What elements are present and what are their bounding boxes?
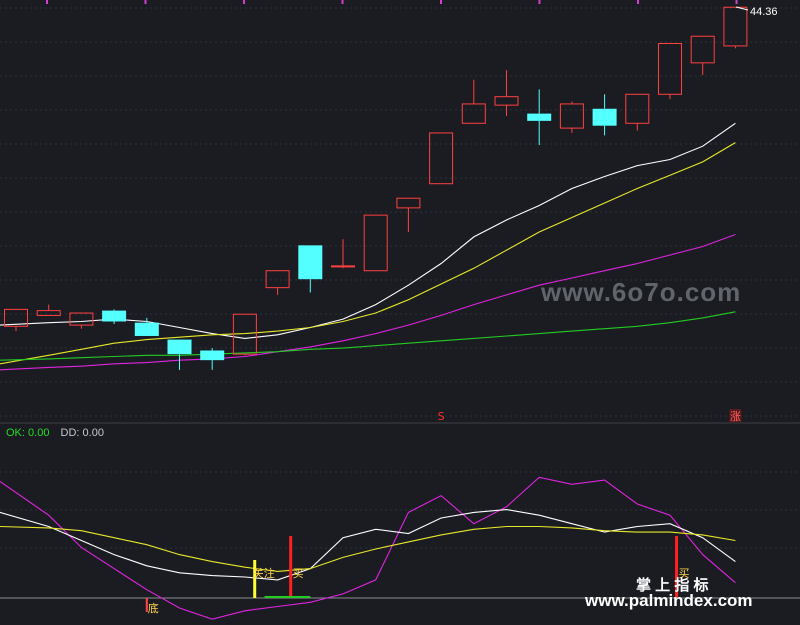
candle-body-up bbox=[36, 310, 61, 316]
svg-text:OK: 0.00 DD: 0.00: OK: 0.00 DD: 0.00 bbox=[6, 427, 104, 439]
candle-body-down bbox=[592, 108, 617, 126]
stock-chart[interactable]: S涨 44.36 www.6o7o.com OK: 0.00 DD: 0.00 … bbox=[0, 0, 800, 625]
candle[interactable] bbox=[592, 94, 617, 136]
candle-body-up bbox=[363, 214, 388, 272]
signal-text: 涨 bbox=[730, 410, 741, 423]
top-tick bbox=[144, 0, 147, 4]
watermark-palmindex: www.palmindex.com bbox=[584, 591, 753, 610]
candle[interactable] bbox=[494, 70, 519, 117]
candle-body-up bbox=[69, 312, 94, 326]
candle[interactable] bbox=[4, 308, 28, 332]
top-tick bbox=[637, 0, 639, 4]
legend-dd-label: DD bbox=[61, 427, 77, 439]
top-tick bbox=[735, 0, 738, 4]
top-tick bbox=[243, 0, 245, 4]
candle[interactable] bbox=[429, 132, 454, 185]
candle[interactable] bbox=[298, 245, 323, 293]
oscillator-mark: 底 bbox=[145, 598, 159, 615]
top-tick bbox=[341, 0, 344, 4]
candle-body-up bbox=[331, 265, 355, 268]
candle-body-down bbox=[167, 339, 192, 355]
last-price-text: 44.36 bbox=[750, 6, 778, 18]
candle-body-down bbox=[134, 322, 159, 336]
mark-text: 买 bbox=[293, 567, 304, 580]
legend-ok-value: 0.00 bbox=[28, 427, 49, 439]
moving-average-lines bbox=[0, 122, 736, 371]
candle-body-down bbox=[298, 245, 323, 280]
candle[interactable] bbox=[461, 79, 486, 124]
candle[interactable] bbox=[265, 270, 290, 295]
candle[interactable] bbox=[625, 93, 650, 131]
indicator-legend: OK: 0.00 DD: 0.00 bbox=[6, 427, 104, 439]
candle-body-up bbox=[494, 96, 519, 106]
legend-ok-label: OK bbox=[6, 427, 23, 439]
oscillator-mark: 买 bbox=[289, 536, 304, 598]
candle-body-down bbox=[102, 310, 127, 322]
candle-body-down bbox=[200, 350, 225, 361]
mark-text: 底 bbox=[148, 601, 159, 615]
top-tick-marks bbox=[46, 0, 738, 4]
top-tick bbox=[440, 0, 442, 4]
candle-body-up bbox=[461, 103, 486, 124]
candle-body-up bbox=[429, 132, 454, 185]
price-signal: 涨 bbox=[729, 409, 742, 423]
candlesticks[interactable] bbox=[4, 6, 748, 370]
mark-text: 关注 bbox=[253, 566, 275, 580]
candle-body-up bbox=[690, 35, 715, 64]
candle[interactable] bbox=[559, 101, 584, 133]
candle[interactable] bbox=[396, 197, 421, 233]
upper-gridlines bbox=[0, 7, 800, 417]
candle[interactable] bbox=[527, 89, 552, 146]
candle[interactable] bbox=[363, 214, 388, 272]
oscillator-line-2 bbox=[0, 509, 736, 581]
candle-body-up bbox=[559, 103, 584, 129]
ma-line-2 bbox=[0, 142, 736, 365]
top-tick bbox=[46, 0, 48, 4]
candle[interactable] bbox=[331, 239, 355, 269]
candle[interactable] bbox=[658, 43, 682, 100]
legend-dd-value: 0.00 bbox=[83, 427, 104, 439]
last-price-label: 44.36 bbox=[735, 6, 778, 18]
top-tick bbox=[538, 0, 541, 4]
candle-body-up bbox=[265, 270, 290, 289]
candle-body-up bbox=[723, 6, 748, 47]
candle-body-up bbox=[396, 197, 421, 209]
oscillator-mark: 关注 bbox=[253, 560, 275, 598]
candle[interactable] bbox=[232, 313, 257, 356]
watermark-6070: www.6o7o.com bbox=[540, 277, 741, 307]
candle-body-down bbox=[527, 113, 552, 121]
oscillator-line-3 bbox=[0, 525, 736, 572]
candle-body-up bbox=[625, 93, 650, 124]
candle[interactable] bbox=[102, 309, 127, 324]
price-signal: S bbox=[438, 410, 445, 423]
candle[interactable] bbox=[200, 348, 225, 370]
signal-text: S bbox=[438, 410, 445, 423]
candle-body-up bbox=[658, 43, 682, 95]
